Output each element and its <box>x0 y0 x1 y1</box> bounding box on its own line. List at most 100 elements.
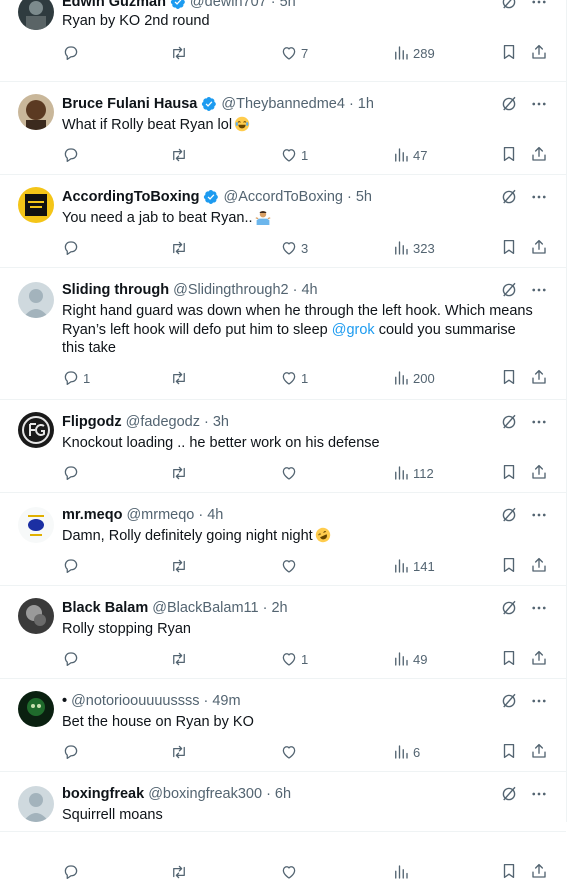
views-button[interactable] <box>392 862 410 882</box>
retweet-button[interactable] <box>170 43 188 63</box>
like-button[interactable] <box>280 463 298 483</box>
tweet-reply[interactable]: Flipgodz @fadegodz · 3h Knockout loading .. … <box>0 400 566 493</box>
user-handle[interactable]: @AccordToBoxing <box>223 189 343 205</box>
bookmark-button[interactable] <box>500 649 518 672</box>
avatar[interactable] <box>18 94 54 130</box>
reply-button[interactable] <box>62 463 80 483</box>
timestamp[interactable]: 49m <box>212 693 240 709</box>
share-button[interactable] <box>530 862 548 885</box>
timestamp[interactable]: 5h <box>280 0 296 10</box>
retweet-button[interactable] <box>170 556 188 576</box>
views-button[interactable]: 323 <box>392 238 435 258</box>
more-icon[interactable] <box>530 281 548 299</box>
retweet-button[interactable] <box>170 742 188 762</box>
retweet-button[interactable] <box>170 862 188 882</box>
like-button[interactable]: 1 <box>280 145 308 165</box>
reply-button[interactable] <box>62 862 80 882</box>
reply-button[interactable] <box>62 43 80 63</box>
reply-button[interactable] <box>62 649 80 669</box>
avatar[interactable] <box>18 598 54 634</box>
views-button[interactable]: 289 <box>392 43 435 63</box>
tweet-reply[interactable]: boxingfreak @boxingfreak300 · 6h Squirrell m… <box>0 772 566 880</box>
like-button[interactable] <box>280 742 298 762</box>
display-name[interactable]: AccordingToBoxing <box>62 189 199 205</box>
grok-icon[interactable] <box>500 0 518 11</box>
grok-icon[interactable] <box>500 599 518 617</box>
display-name[interactable]: Black Balam <box>62 600 148 616</box>
timestamp[interactable]: 4h <box>301 282 317 298</box>
avatar[interactable] <box>18 187 54 223</box>
share-button[interactable] <box>530 556 548 579</box>
retweet-button[interactable] <box>170 649 188 669</box>
share-button[interactable] <box>530 742 548 765</box>
retweet-button[interactable] <box>170 238 188 258</box>
bookmark-button[interactable] <box>500 742 518 765</box>
user-handle[interactable]: @dewin707 <box>190 0 267 10</box>
reply-button[interactable] <box>62 556 80 576</box>
bookmark-button[interactable] <box>500 463 518 486</box>
more-icon[interactable] <box>530 692 548 710</box>
views-button[interactable]: 112 <box>392 463 434 483</box>
bookmark-button[interactable] <box>500 556 518 579</box>
views-button[interactable]: 6 <box>392 742 420 762</box>
like-button[interactable]: 1 <box>280 368 308 388</box>
like-button[interactable]: 3 <box>280 238 308 258</box>
retweet-button[interactable] <box>170 463 188 483</box>
display-name[interactable]: • <box>62 693 67 709</box>
avatar[interactable] <box>18 691 54 727</box>
share-button[interactable] <box>530 649 548 672</box>
avatar[interactable] <box>18 786 54 822</box>
tweet-reply[interactable]: • @notorioouuuussss · 49m Bet the house on R… <box>0 679 566 772</box>
reply-button[interactable] <box>62 742 80 762</box>
tweet-reply[interactable]: mr.meqo @mrmeqo · 4h Damn, Rolly definitely … <box>0 493 566 586</box>
display-name[interactable]: Edwin Guzman <box>62 0 166 10</box>
more-icon[interactable] <box>530 95 548 113</box>
more-icon[interactable] <box>530 599 548 617</box>
grok-icon[interactable] <box>500 692 518 710</box>
bookmark-button[interactable] <box>500 43 518 66</box>
grok-icon[interactable] <box>500 188 518 206</box>
avatar[interactable] <box>18 282 54 318</box>
user-handle[interactable]: @Slidingthrough2 <box>173 282 289 298</box>
like-button[interactable]: 1 <box>280 649 308 669</box>
share-button[interactable] <box>530 463 548 486</box>
more-icon[interactable] <box>530 0 548 11</box>
like-button[interactable] <box>280 556 298 576</box>
bookmark-button[interactable] <box>500 862 518 885</box>
views-button[interactable]: 49 <box>392 649 427 669</box>
views-button[interactable]: 200 <box>392 368 435 388</box>
reply-button[interactable] <box>62 238 80 258</box>
bookmark-button[interactable] <box>500 238 518 261</box>
user-handle[interactable]: @notorioouuuussss <box>71 693 199 709</box>
more-icon[interactable] <box>530 785 548 803</box>
timestamp[interactable]: 6h <box>275 786 291 802</box>
views-button[interactable]: 141 <box>392 556 435 576</box>
like-button[interactable]: 7 <box>280 43 308 63</box>
timestamp[interactable]: 5h <box>356 189 372 205</box>
user-handle[interactable]: @Theybannedme4 <box>221 96 345 112</box>
display-name[interactable]: Sliding through <box>62 282 169 298</box>
reply-button[interactable]: 1 <box>62 368 90 388</box>
more-icon[interactable] <box>530 506 548 524</box>
user-handle[interactable]: @boxingfreak300 <box>148 786 262 802</box>
more-icon[interactable] <box>530 413 548 431</box>
retweet-button[interactable] <box>170 145 188 165</box>
timestamp[interactable]: 4h <box>207 507 223 523</box>
timestamp[interactable]: 1h <box>358 96 374 112</box>
display-name[interactable]: boxingfreak <box>62 786 144 802</box>
timestamp[interactable]: 2h <box>271 600 287 616</box>
avatar[interactable] <box>18 412 54 448</box>
tweet-reply[interactable]: Sliding through @Slidingthrough2 · 4h Right … <box>0 268 566 400</box>
retweet-button[interactable] <box>170 368 188 388</box>
bookmark-button[interactable] <box>500 145 518 168</box>
display-name[interactable]: mr.meqo <box>62 507 122 523</box>
grok-icon[interactable] <box>500 95 518 113</box>
user-handle[interactable]: @fadegodz <box>126 414 200 430</box>
grok-icon[interactable] <box>500 785 518 803</box>
user-handle[interactable]: @mrmeqo <box>126 507 194 523</box>
display-name[interactable]: Bruce Fulani Hausa <box>62 96 197 112</box>
grok-icon[interactable] <box>500 281 518 299</box>
tweet-reply[interactable]: Black Balam @BlackBalam11 · 2h Rolly stoppin… <box>0 586 566 679</box>
grok-icon[interactable] <box>500 413 518 431</box>
share-button[interactable] <box>530 238 548 261</box>
